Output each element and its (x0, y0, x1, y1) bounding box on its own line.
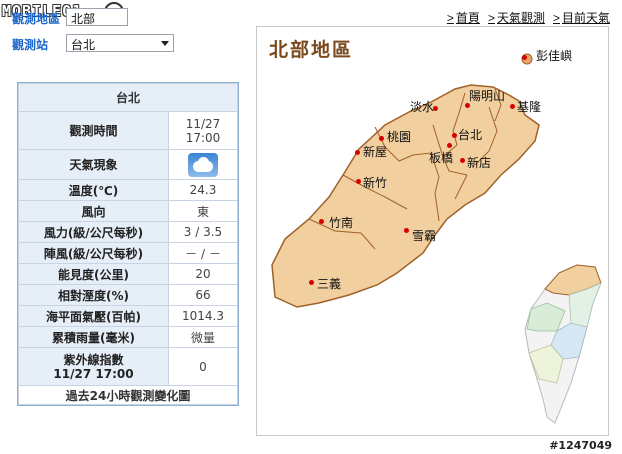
row-label: 累積雨量(毫米) (18, 326, 169, 348)
region-label: 觀測地區 (12, 12, 61, 26)
table-row: 觀測時間 11/27 17:00 (18, 111, 238, 150)
table-row: 陣風(級/公尺每秒) － / － (18, 242, 238, 264)
map-panel: 北部地區 彭佳嶼 淡水 陽明山 基隆 台北 桃園 新屋 板橋 新店 新竹 竹南 … (256, 26, 609, 436)
city-dot-hsinchu (356, 179, 361, 184)
humidity-value: 66 (168, 284, 238, 306)
station-select-value: 台北 (71, 38, 96, 52)
row-label: 觀測時間 (18, 111, 169, 150)
table-row: 累積雨量(毫米) 微量 (18, 326, 238, 348)
city-dot-taipei (452, 133, 457, 138)
table-row: 天氣現象 (18, 149, 238, 180)
wind-direction-value: 東 (168, 200, 238, 222)
city-banqiao[interactable]: 板橋 (429, 151, 453, 165)
city-yangmingshan[interactable]: 陽明山 (469, 89, 505, 103)
row-label: 能見度(公里) (18, 263, 169, 285)
city-zhunan[interactable]: 竹南 (329, 216, 353, 230)
table-row: 相對溼度(%) 66 (18, 284, 238, 306)
region-select[interactable]: 北部 (66, 8, 128, 26)
city-dot-banqiao (447, 143, 452, 148)
row-label: 紫外線指數 11/27 17:00 (18, 347, 169, 386)
city-taoyuan[interactable]: 桃園 (387, 130, 411, 144)
land-shape (271, 84, 540, 308)
city-pengjia[interactable]: 彭佳嶼 (536, 49, 572, 63)
city-xinwu[interactable]: 新屋 (363, 145, 387, 159)
wind-force-value: 3 / 3.5 (168, 221, 238, 243)
row-label: 溫度(℃) (18, 179, 169, 201)
city-dot-zhunan (319, 219, 324, 224)
row-label: 陣風(級/公尺每秒) (18, 242, 169, 264)
row-label: 風向 (18, 200, 169, 222)
table-row: 紫外線指數 11/27 17:00 0 (18, 347, 238, 386)
observation-time: 11/27 17:00 (168, 111, 238, 150)
city-dot-xinwu (355, 150, 360, 155)
chevron-right-icon: > (487, 10, 495, 25)
city-dot-keelung (510, 104, 515, 109)
city-dot-xueba (404, 228, 409, 233)
weather-cell (168, 149, 238, 180)
city-dot-yangmingshan (465, 103, 470, 108)
table-row: 海平面氣壓(百帕) 1014.3 (18, 305, 238, 327)
rainfall-value: 微量 (168, 326, 238, 348)
chevron-right-icon: > (446, 10, 454, 25)
table-row: 能見度(公里) 20 (18, 263, 238, 285)
city-dot-xindian (460, 158, 465, 163)
temperature-value: 24.3 (168, 179, 238, 201)
table-row: 風力(級/公尺每秒) 3 / 3.5 (18, 221, 238, 243)
table-row: 風向 東 (18, 200, 238, 222)
nav-current-weather-link[interactable]: > 目前天氣 (553, 9, 610, 26)
city-dot-pengjia (522, 55, 527, 60)
chevron-down-icon (161, 41, 169, 46)
city-xueba[interactable]: 雪霸 (412, 229, 436, 243)
taiwan-inset-map (524, 264, 602, 424)
city-xindian[interactable]: 新店 (467, 156, 491, 170)
city-danshui[interactable]: 淡水 (410, 100, 434, 114)
map-title: 北部地區 (269, 39, 354, 61)
chevron-right-icon: > (552, 10, 560, 25)
pressure-value: 1014.3 (168, 305, 238, 327)
station-name: 台北 (18, 83, 238, 112)
row-label: 風力(級/公尺每秒) (18, 221, 169, 243)
row-label: 海平面氣壓(百帕) (18, 305, 169, 327)
city-keelung[interactable]: 基隆 (517, 100, 541, 114)
visibility-value: 20 (168, 263, 238, 285)
row-label: 天氣現象 (18, 149, 169, 180)
uv-index-value: 0 (168, 347, 238, 386)
nav-home-link[interactable]: > 首頁 (447, 9, 480, 26)
table-row: 溫度(℃) 24.3 (18, 179, 238, 201)
city-dot-sanyi (309, 280, 314, 285)
station-select[interactable]: 台北 (66, 34, 174, 52)
city-taipei[interactable]: 台北 (458, 128, 482, 142)
observation-panel: 台北 觀測時間 11/27 17:00 天氣現象 溫度(℃) 24.3 風向 東… (17, 82, 239, 406)
history-chart-link[interactable]: 過去24小時觀測變化圖 (18, 385, 238, 405)
nav-observation-link[interactable]: > 天氣觀測 (488, 9, 545, 26)
city-dot-taoyuan (379, 136, 384, 141)
cloudy-icon (188, 152, 218, 177)
region-select-value: 北部 (71, 12, 96, 26)
row-label: 相對溼度(%) (18, 284, 169, 306)
gust-value: － / － (168, 242, 238, 264)
station-label: 觀測站 (12, 38, 49, 52)
city-hsinchu[interactable]: 新竹 (363, 176, 387, 190)
city-sanyi[interactable]: 三義 (317, 277, 341, 291)
image-id-watermark: #1247049 (549, 439, 612, 452)
observation-table: 台北 觀測時間 11/27 17:00 天氣現象 溫度(℃) 24.3 風向 東… (18, 83, 238, 405)
top-nav: > 首頁 > 天氣觀測 > 目前天氣 (447, 9, 610, 26)
